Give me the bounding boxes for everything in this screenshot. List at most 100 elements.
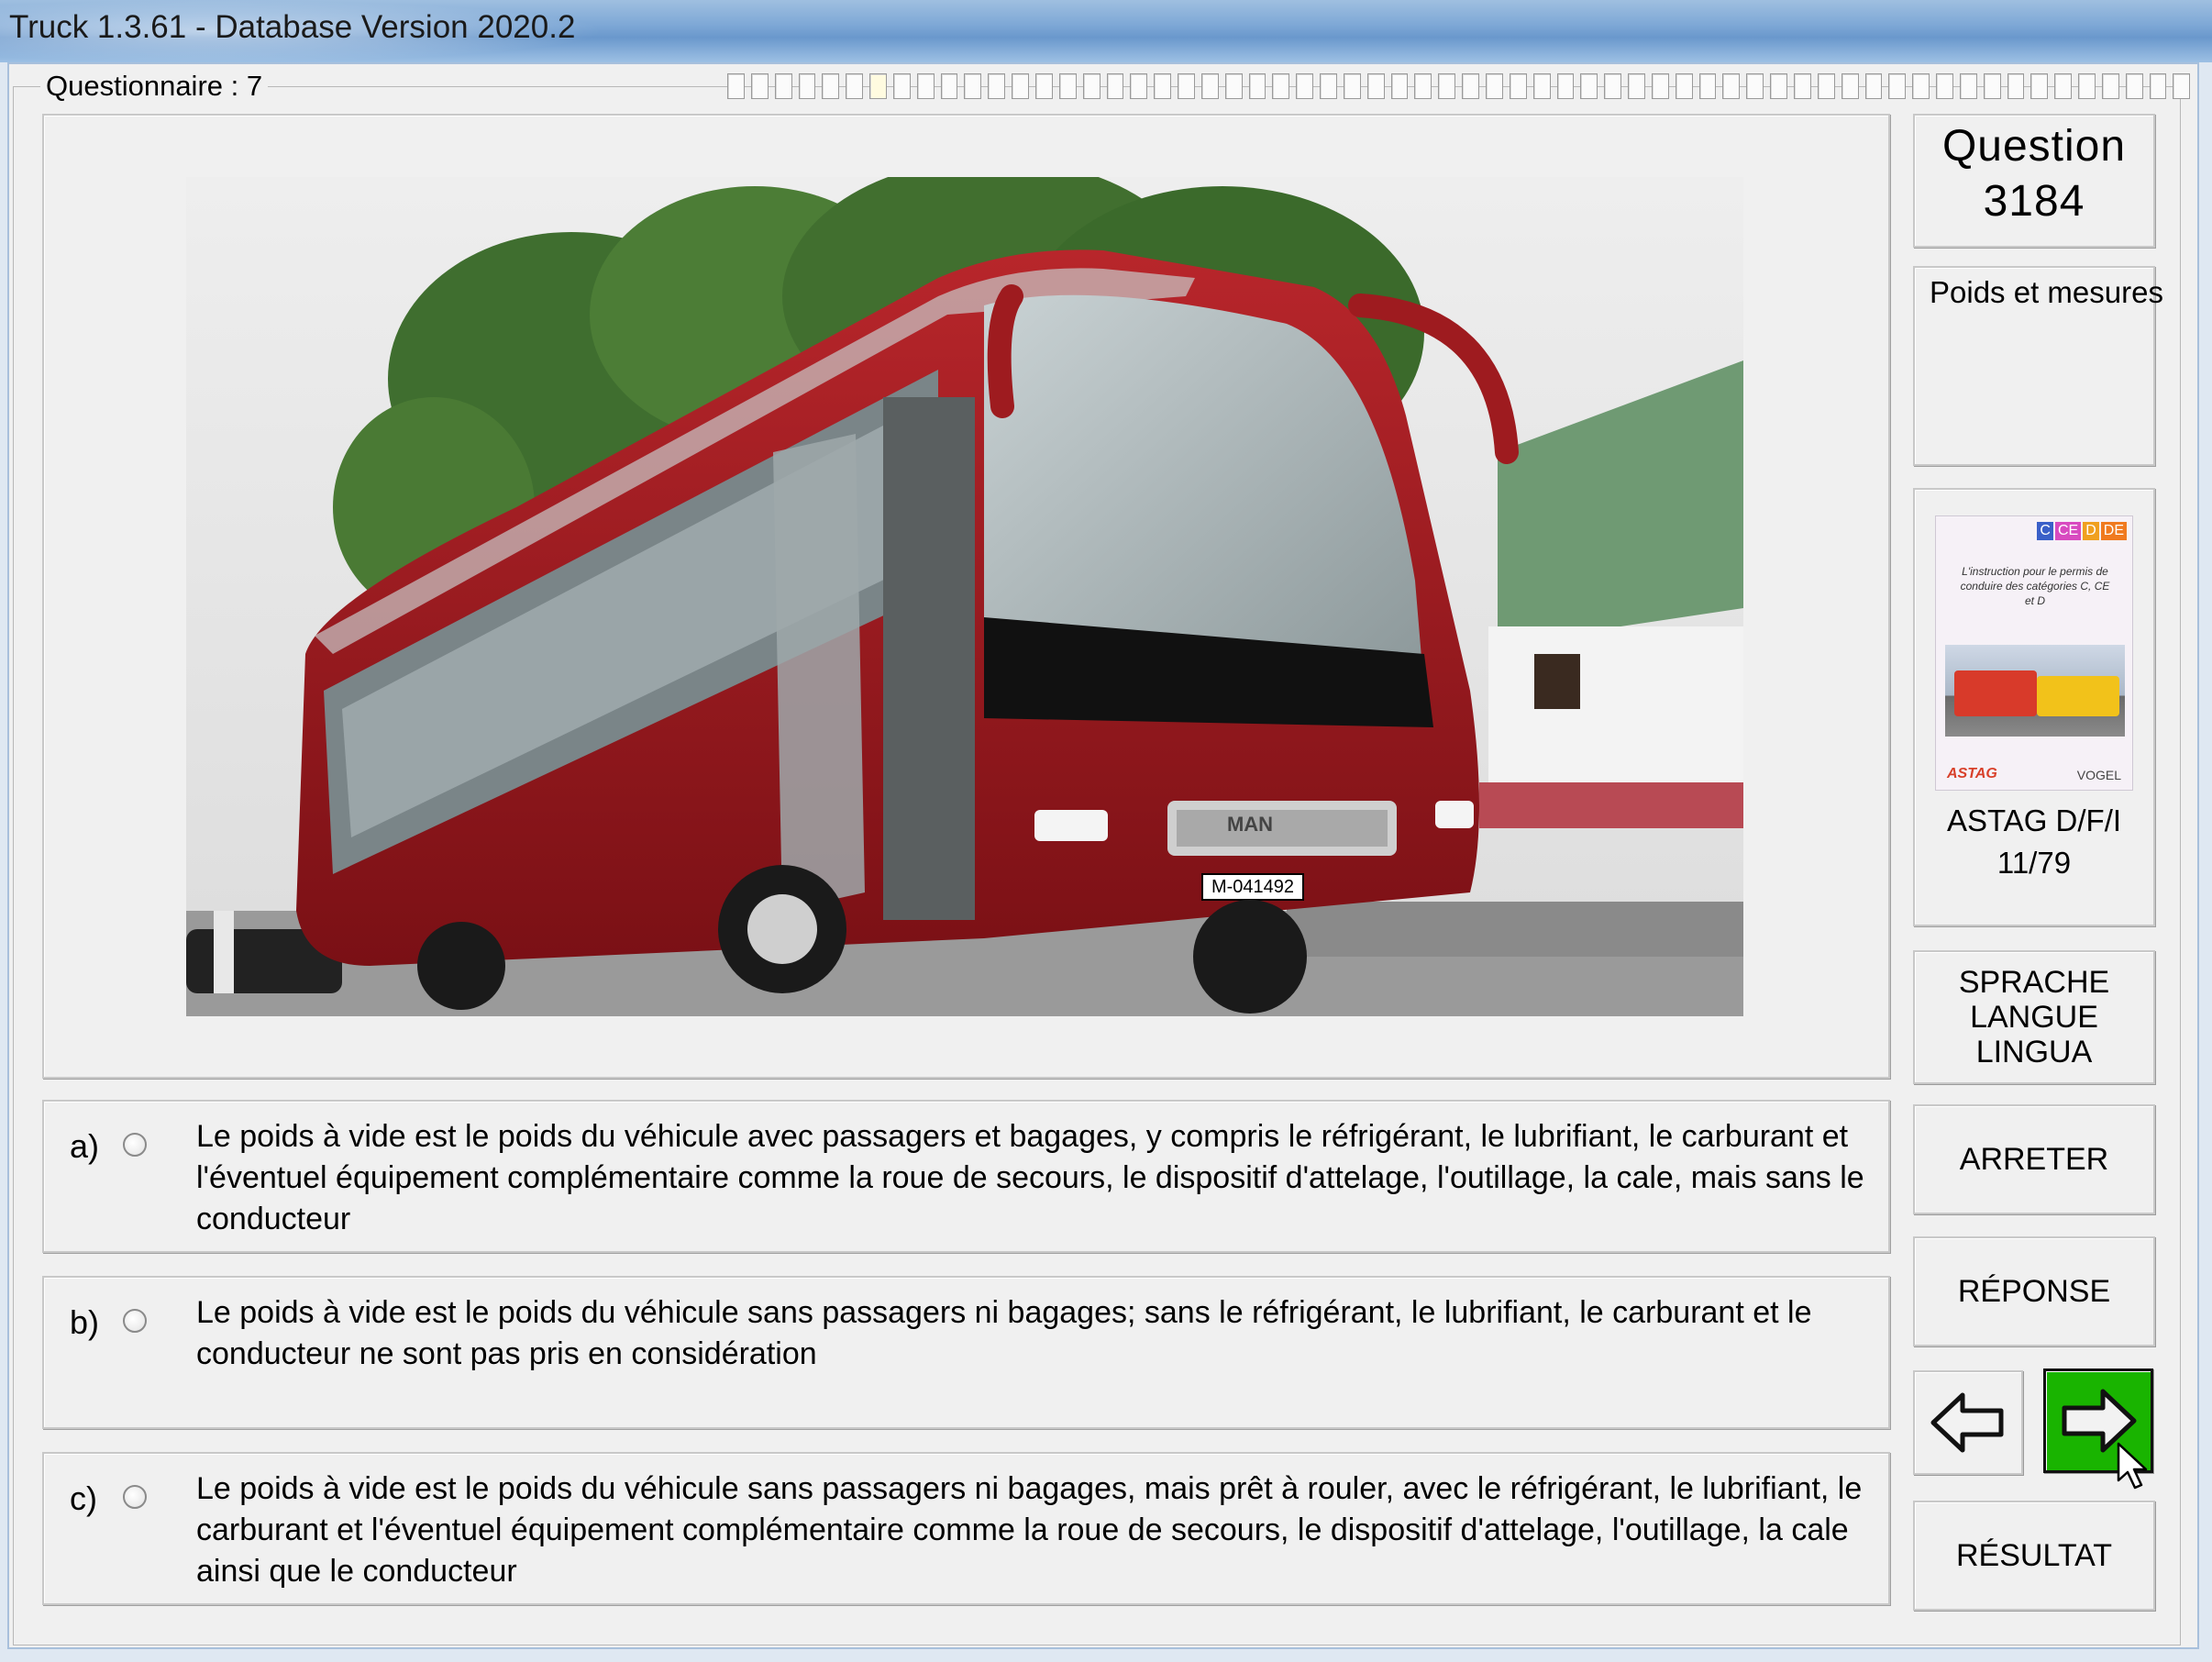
progress-cell	[1770, 73, 1787, 99]
progress-cell	[1532, 73, 1551, 99]
previous-button[interactable]	[1913, 1370, 2023, 1475]
book-cover-trucks	[1945, 645, 2125, 737]
progress-cell	[1058, 73, 1077, 99]
progress-cell	[2078, 73, 2096, 99]
progress-cell	[1106, 73, 1124, 99]
progress-cell	[2007, 73, 2025, 99]
progress-cell	[1912, 73, 1930, 99]
book-reference: ASTAG D/F/I	[1946, 803, 2122, 837]
book-cover-title: L'instruction pour le permis de conduire…	[1960, 565, 2110, 607]
book-page: 11/79	[1996, 846, 2072, 880]
question-photo: M-041492 MAN	[186, 177, 1743, 1016]
progress-cell	[1248, 73, 1266, 99]
questionnaire-label: Questionnaire : 7	[40, 70, 269, 103]
answer-c[interactable]: c) Le poids à vide est le poids du véhic…	[42, 1452, 1890, 1605]
progress-cell	[1320, 73, 1337, 99]
title-bar: Truck 1.3.61 - Database Version 2020.2	[0, 0, 2212, 62]
progress-cell	[1936, 73, 1953, 99]
progress-cell	[2054, 73, 2073, 99]
progress-cell	[1438, 73, 1456, 99]
progress-cell	[964, 73, 982, 99]
progress-cell	[916, 73, 935, 99]
mouse-cursor-icon	[2117, 1442, 2148, 1490]
result-button-label: RÉSULTAT	[1955, 1538, 2113, 1573]
progress-cell	[822, 73, 840, 99]
progress-cell	[1296, 73, 1314, 99]
question-label: Question	[1941, 122, 2127, 171]
arrow-left-icon	[1930, 1392, 2004, 1453]
progress-cell	[1224, 73, 1243, 99]
progress-cell	[2149, 73, 2167, 99]
progress-cell	[1414, 73, 1432, 99]
question-progress	[727, 73, 2191, 101]
language-button[interactable]: SPRACHE LANGUE LINGUA	[1913, 950, 2155, 1084]
bus-brand-logo: MAN	[1226, 813, 1274, 836]
progress-cell	[1604, 73, 1622, 99]
license-tags: C CE D DE	[2037, 522, 2127, 540]
result-button[interactable]: RÉSULTAT	[1913, 1501, 2155, 1611]
progress-cell	[1864, 73, 1883, 99]
progress-cell	[1200, 73, 1219, 99]
progress-cell	[1888, 73, 1907, 99]
progress-cell	[1675, 73, 1693, 99]
progress-cell	[2101, 73, 2119, 99]
answer-c-letter: c)	[70, 1479, 97, 1517]
book-cover-image: C CE D DE L'instruction pour le permis d…	[1935, 515, 2133, 791]
language-button-label: SPRACHE LANGUE LINGUA	[1958, 965, 2110, 1069]
progress-cell	[869, 73, 887, 99]
progress-cell	[1841, 73, 1859, 99]
tag-d: D	[2083, 522, 2099, 540]
vogel-logo: VOGEL	[2076, 768, 2121, 782]
progress-cell	[1628, 73, 1645, 99]
answer-a[interactable]: a) Le poids à vide est le poids du véhic…	[42, 1100, 1890, 1253]
progress-cell	[1817, 73, 1835, 99]
progress-cell	[1178, 73, 1195, 99]
answer-b-letter: b)	[70, 1303, 100, 1341]
progress-cell	[1651, 73, 1669, 99]
progress-cell	[988, 73, 1006, 99]
progress-cell	[2030, 73, 2049, 99]
tag-c: C	[2037, 522, 2053, 540]
progress-cell	[1366, 73, 1385, 99]
progress-cell	[1462, 73, 1479, 99]
answer-b[interactable]: b) Le poids à vide est le poids du véhic…	[42, 1276, 1890, 1429]
progress-cell	[727, 73, 745, 99]
progress-cell	[1012, 73, 1029, 99]
progress-cell	[1580, 73, 1598, 99]
progress-cell	[892, 73, 911, 99]
progress-cell	[1959, 73, 1977, 99]
progress-cell	[1983, 73, 2001, 99]
license-plate: M-041492	[1211, 877, 1295, 897]
tag-de: DE	[2100, 522, 2127, 540]
progress-cell	[750, 73, 769, 99]
answer-c-radio[interactable]	[123, 1485, 147, 1509]
answer-a-letter: a)	[70, 1127, 100, 1165]
progress-cell	[1722, 73, 1741, 99]
reference-book-panel: C CE D DE L'instruction pour le permis d…	[1913, 488, 2155, 926]
question-number: 3184	[1983, 177, 2085, 226]
answer-button[interactable]: RÉPONSE	[1913, 1236, 2155, 1346]
stop-button[interactable]: ARRETER	[1913, 1104, 2155, 1214]
answer-b-radio[interactable]	[123, 1309, 147, 1333]
progress-cell	[1556, 73, 1575, 99]
progress-cell	[1130, 73, 1148, 99]
progress-cell	[1154, 73, 1172, 99]
answer-a-radio[interactable]	[123, 1133, 147, 1157]
progress-cell	[1082, 73, 1100, 99]
progress-cell	[1272, 73, 1290, 99]
progress-cell	[798, 73, 816, 99]
answer-a-text: Le poids à vide est le poids du véhicule…	[196, 1119, 1864, 1236]
progress-cell	[1793, 73, 1811, 99]
question-category: Poids et mesures	[1930, 275, 2163, 309]
category-box: Poids et mesures	[1913, 266, 2163, 466]
progress-cell	[846, 73, 864, 99]
progress-cell	[1486, 73, 1503, 99]
answer-b-text: Le poids à vide est le poids du véhicule…	[196, 1295, 1812, 1371]
bus-photo	[186, 177, 1743, 1016]
progress-cell	[1343, 73, 1361, 99]
progress-cell	[1746, 73, 1764, 99]
progress-cell	[940, 73, 958, 99]
progress-cell	[774, 73, 792, 99]
stop-button-label: ARRETER	[1959, 1142, 2109, 1177]
answer-button-label: RÉPONSE	[1957, 1274, 2111, 1309]
